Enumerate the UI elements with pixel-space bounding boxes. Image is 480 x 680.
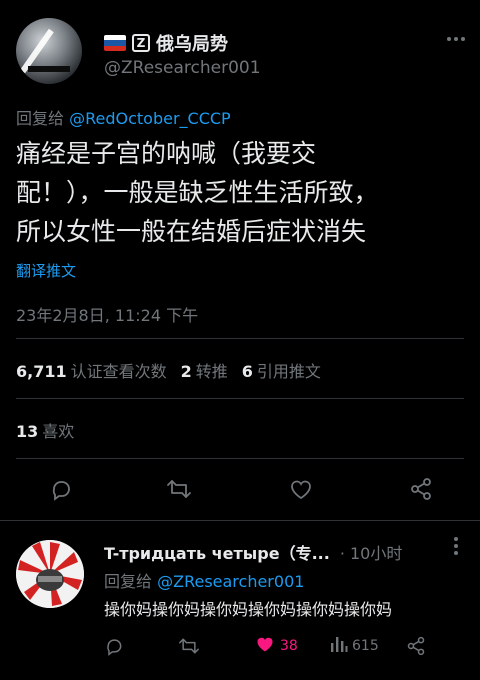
translate-tweet-link[interactable]: 翻译推文 — [16, 260, 76, 281]
author-avatar[interactable] — [16, 18, 82, 84]
tweet-body-line: 配！），一般是缺乏性生活所致， — [16, 178, 379, 207]
retweet-icon[interactable] — [178, 634, 200, 658]
retweet-icon[interactable] — [164, 474, 194, 504]
tweet-body-line: 所以女性一般在结婚后症状消失 — [16, 217, 367, 246]
like-icon[interactable] — [286, 474, 316, 504]
share-icon[interactable] — [406, 474, 436, 504]
tweet-actions-bar — [0, 474, 480, 506]
russia-flag-icon — [104, 35, 126, 51]
divider — [16, 338, 464, 339]
author-name-row[interactable]: Z 俄乌局势 — [104, 30, 228, 56]
reply-to-line: 回复给 @ZResearcher001 — [104, 568, 304, 592]
retweets-stat[interactable]: 2 转推 — [181, 358, 228, 382]
more-dots-icon[interactable] — [444, 26, 468, 47]
views-stat[interactable]: 6,711 认证查看次数 — [16, 358, 167, 382]
reply-icon[interactable] — [104, 634, 124, 658]
share-icon[interactable] — [406, 634, 426, 658]
divider — [0, 520, 480, 521]
reply-time[interactable]: · 10小时 — [340, 540, 403, 564]
views-count: 6,711 — [16, 362, 67, 381]
reply-author-avatar[interactable] — [16, 540, 84, 608]
reply-actions-bar: 38 615 — [104, 634, 444, 658]
quotes-label: 引用推文 — [256, 362, 321, 381]
reply-mention-link[interactable]: @RedOctober_CCCP — [69, 109, 231, 128]
author-handle[interactable]: @ZResearcher001 — [104, 58, 261, 78]
tweet-body: 痛经是子宫的呐喊（我要交 配！），一般是缺乏性生活所致， 所以女性一般在结婚后症… — [16, 134, 468, 251]
retweets-count: 2 — [180, 362, 192, 381]
likes-count: 13 — [16, 422, 39, 441]
divider — [16, 458, 464, 459]
reply-author-row[interactable]: T-тридцать четыре（专... · 10小时 — [104, 540, 464, 564]
quotes-count: 6 — [241, 362, 253, 381]
views-label: 认证查看次数 — [70, 362, 167, 381]
views-chart-icon — [330, 635, 348, 657]
reply-mention-link[interactable]: @ZResearcher001 — [157, 572, 304, 591]
author-name[interactable]: 俄乌局势 — [156, 30, 228, 56]
reply-prefix: 回复给 — [104, 572, 153, 591]
views-button[interactable]: 615 — [330, 634, 379, 658]
z-badge-icon: Z — [132, 34, 150, 52]
reply-views-count: 615 — [352, 638, 379, 654]
reply-body: 操你妈操你妈操你妈操你妈操你妈操你妈 — [104, 600, 393, 619]
stats-row: 6,711 认证查看次数 2 转推 6 引用推文 — [16, 358, 321, 382]
divider — [16, 398, 464, 399]
reply-author-name[interactable]: T-тридцать четыре（专... — [104, 540, 330, 564]
like-filled-icon — [254, 634, 276, 658]
retweets-label: 转推 — [195, 362, 228, 381]
tweet-body-line: 痛经是子宫的呐喊（我要交 — [16, 139, 317, 168]
like-button[interactable]: 38 — [254, 634, 298, 658]
tweet-timestamp[interactable]: 23年2月8日, 11:24 下午 — [16, 302, 198, 326]
more-dots-icon[interactable] — [444, 536, 468, 561]
reply-to-line: 回复给 @RedOctober_CCCP — [16, 105, 231, 129]
reply-icon[interactable] — [46, 474, 76, 504]
quotes-stat[interactable]: 6 引用推文 — [242, 358, 321, 382]
likes-stat[interactable]: 13 喜欢 — [16, 418, 74, 442]
likes-label: 喜欢 — [42, 422, 75, 441]
avatar-caption-bar — [28, 66, 70, 72]
reply-prefix: 回复给 — [16, 109, 65, 128]
reply-likes-count: 38 — [280, 638, 298, 654]
